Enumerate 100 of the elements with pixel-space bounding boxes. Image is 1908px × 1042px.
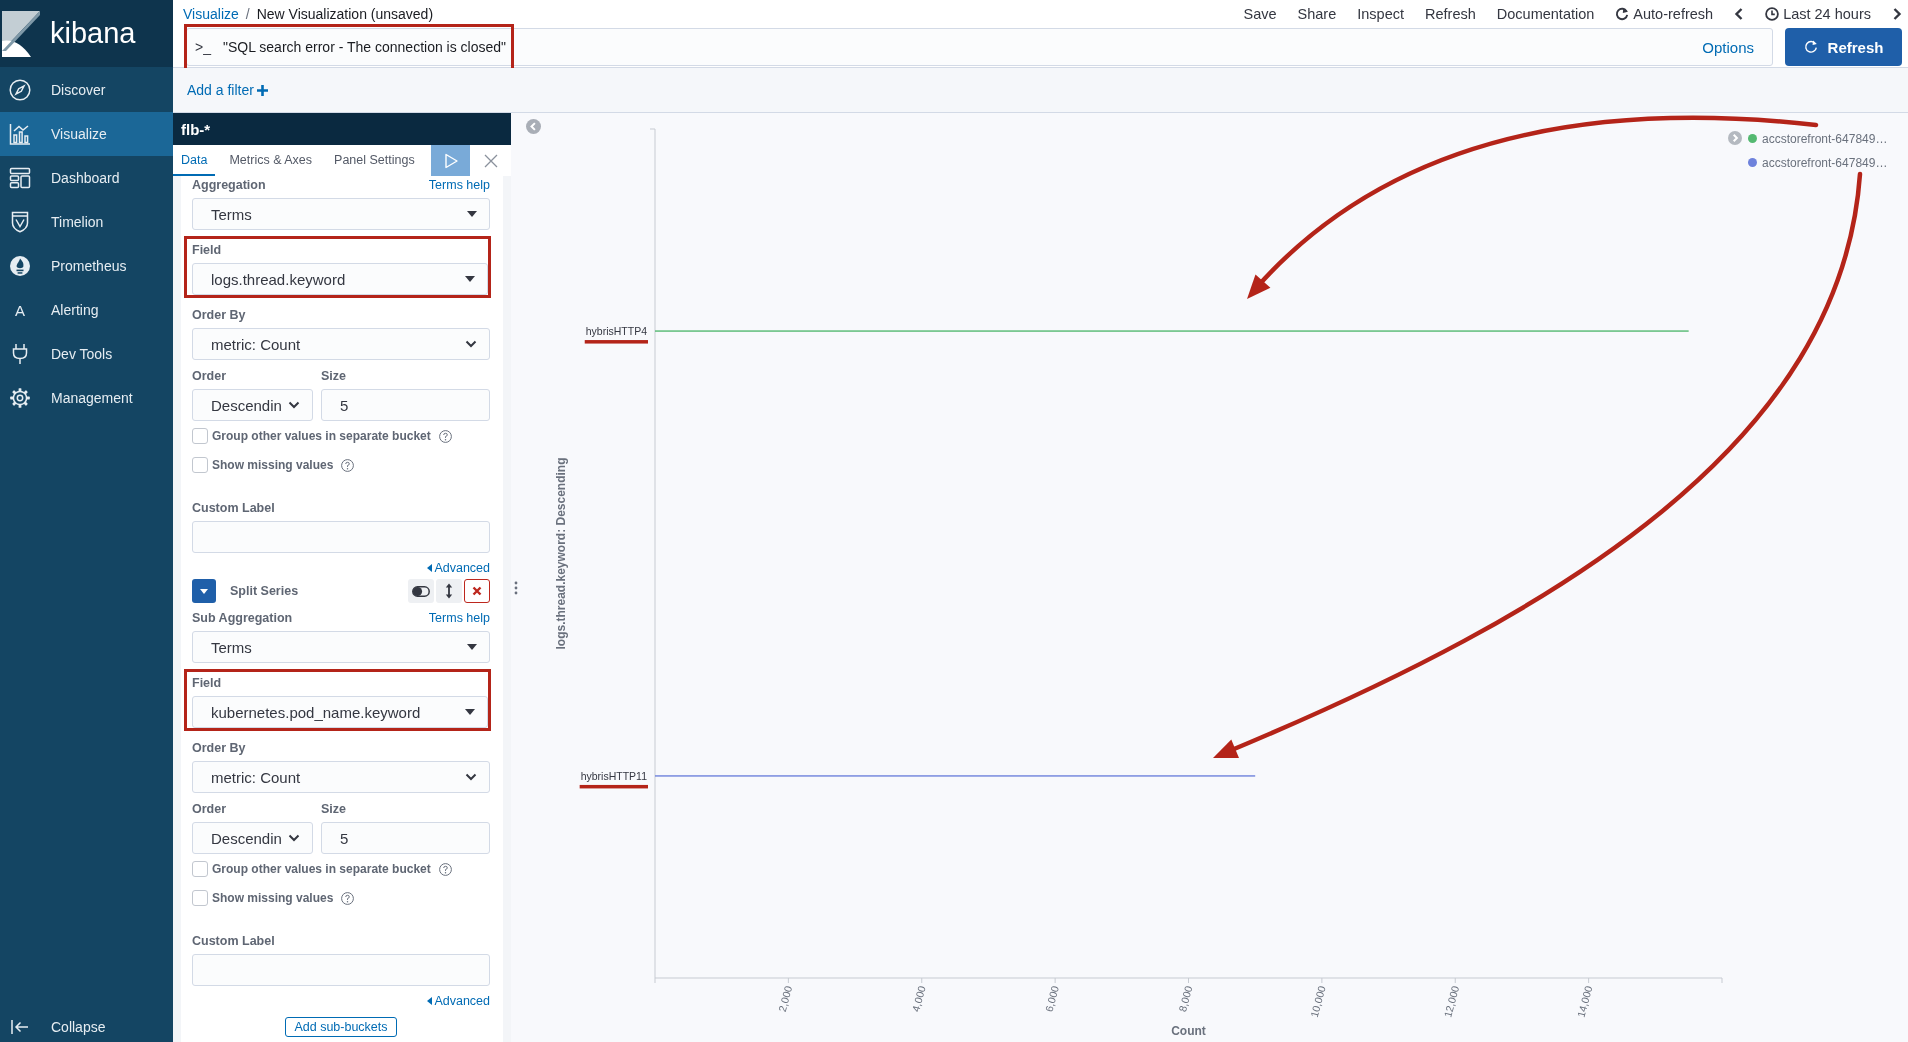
- checkbox[interactable]: [192, 457, 208, 473]
- field-label: Order: [192, 801, 227, 816]
- letter-glyph: A: [14, 301, 26, 319]
- nav-item[interactable]: Discover: [0, 68, 173, 112]
- tab[interactable]: Metrics & Axes: [221, 145, 321, 176]
- tick-label: 8,000: [1176, 984, 1195, 1013]
- gear-icon: [9, 387, 31, 409]
- help-icon[interactable]: [341, 891, 355, 905]
- close-icon: [472, 586, 482, 596]
- category-label: hybrisHTTP11: [580, 769, 647, 782]
- checkbox[interactable]: [192, 428, 208, 444]
- nav-item[interactable]: Prometheus: [0, 244, 173, 288]
- menu-link[interactable]: Save: [1243, 5, 1277, 22]
- field-label: Order By: [192, 307, 246, 322]
- reorder-button[interactable]: [436, 579, 462, 603]
- breadcrumb-separator: /: [245, 5, 250, 22]
- chevron-down-icon: [288, 834, 300, 842]
- expand-button[interactable]: [192, 579, 216, 603]
- clock-icon: [1765, 6, 1780, 21]
- add-sub-buckets-button[interactable]: Add sub-buckets: [285, 1017, 397, 1037]
- nav-item[interactable]: Dev Tools: [0, 332, 173, 376]
- checkbox[interactable]: [192, 890, 208, 906]
- disable-button[interactable]: [408, 579, 434, 603]
- caret-left-icon: [427, 563, 433, 572]
- axis-title: logs.thread.keyword: Descending: [554, 457, 568, 650]
- remove-button[interactable]: [464, 579, 490, 603]
- advanced-link[interactable]: Advanced: [427, 992, 490, 1009]
- plus-icon: [256, 84, 268, 96]
- checkbox-label: Show missing values: [212, 891, 334, 905]
- time-picker-link[interactable]: Last 24 hours: [1765, 5, 1871, 22]
- caret-down-icon: [465, 276, 475, 282]
- options-link[interactable]: Options: [1702, 38, 1754, 56]
- help-icon[interactable]: [438, 429, 452, 443]
- close-icon: [483, 153, 498, 168]
- help-icon[interactable]: [438, 862, 452, 876]
- tab[interactable]: Panel Settings: [326, 145, 423, 176]
- chart-icon: [9, 123, 31, 145]
- menu-link[interactable]: Refresh: [1425, 5, 1476, 22]
- prompt-symbol: >_: [195, 39, 211, 55]
- caret-icon: [199, 586, 209, 596]
- up-down-arrow-icon: [445, 583, 453, 599]
- help-link[interactable]: Terms help: [428, 610, 490, 625]
- caret-left-icon: [427, 996, 433, 1005]
- dropdown[interactable]: metric: Count: [192, 761, 490, 793]
- nav-item[interactable]: Timelion: [0, 200, 173, 244]
- checkbox-label: Show missing values: [212, 458, 334, 472]
- checkbox-label: Group other values in separate bucket: [212, 429, 431, 443]
- menu-link[interactable]: Inspect: [1357, 5, 1404, 22]
- field-label: Custom Label: [192, 500, 275, 515]
- checkbox[interactable]: [192, 861, 208, 877]
- tick-label: 14,000: [1574, 984, 1595, 1019]
- chevron-left-icon[interactable]: [1734, 6, 1745, 21]
- auto-refresh-link[interactable]: Auto-refresh: [1615, 5, 1714, 22]
- text-input[interactable]: [192, 521, 490, 553]
- axis-title: Count: [1171, 1024, 1206, 1038]
- dropdown[interactable]: Terms: [192, 631, 490, 663]
- query-text: "SQL search error - The connection is closed": [222, 39, 507, 55]
- add-filter-link[interactable]: Add a filter: [187, 82, 268, 98]
- dropdown[interactable]: Descendin: [192, 389, 313, 421]
- tick-label: 10,000: [1307, 984, 1328, 1019]
- refresh-button[interactable]: Refresh: [1785, 28, 1902, 66]
- help-link[interactable]: Terms help: [428, 177, 490, 192]
- field-label: Order By: [192, 740, 246, 755]
- dashboard-icon: [9, 167, 31, 189]
- section-title: Split Series: [230, 584, 299, 598]
- shield-icon: [9, 211, 31, 233]
- chevron-right-icon[interactable]: [1892, 6, 1902, 21]
- field-label: Custom Label: [192, 933, 275, 948]
- field-label: Size: [321, 801, 346, 816]
- dropdown[interactable]: metric: Count: [192, 328, 490, 360]
- menu-link[interactable]: Documentation: [1496, 5, 1595, 22]
- nav-item[interactable]: Management: [0, 376, 173, 420]
- size-input[interactable]: 5: [321, 389, 490, 421]
- dropdown[interactable]: logs.thread.keyword: [192, 263, 488, 295]
- legend-item[interactable]: accstorefront-647849…: [1748, 154, 1888, 171]
- underline-mark: [584, 340, 648, 344]
- chevron-down-icon: [465, 340, 477, 348]
- tick-label: 12,000: [1441, 984, 1462, 1019]
- legend-item[interactable]: accstorefront-647849…: [1748, 130, 1888, 147]
- help-icon[interactable]: [341, 458, 355, 472]
- field-label: Order: [192, 368, 227, 383]
- advanced-link[interactable]: Advanced: [427, 559, 490, 576]
- dropdown[interactable]: Terms: [192, 198, 490, 230]
- nav-item[interactable]: Dashboard: [0, 156, 173, 200]
- dropdown[interactable]: Descendin: [192, 822, 313, 854]
- refresh-icon: [1803, 40, 1818, 54]
- index-pattern-title: flb-*: [181, 120, 211, 138]
- logo-text: kibana: [50, 17, 136, 50]
- nav-item[interactable]: A Alerting: [0, 288, 173, 332]
- breadcrumb-link[interactable]: Visualize: [183, 5, 239, 22]
- menu-link[interactable]: Share: [1297, 5, 1337, 22]
- caret-down-icon: [467, 644, 477, 650]
- collapse-button[interactable]: Collapse: [0, 1012, 173, 1042]
- refresh-icon: [1615, 6, 1630, 21]
- dropdown[interactable]: kubernetes.pod_name.keyword: [192, 696, 488, 728]
- category-label: hybrisHTTP4: [585, 325, 647, 338]
- nav-item[interactable]: Visualize: [0, 112, 173, 156]
- drag-handle-icon[interactable]: [514, 581, 518, 595]
- text-input[interactable]: [192, 954, 490, 986]
- size-input[interactable]: 5: [321, 822, 490, 854]
